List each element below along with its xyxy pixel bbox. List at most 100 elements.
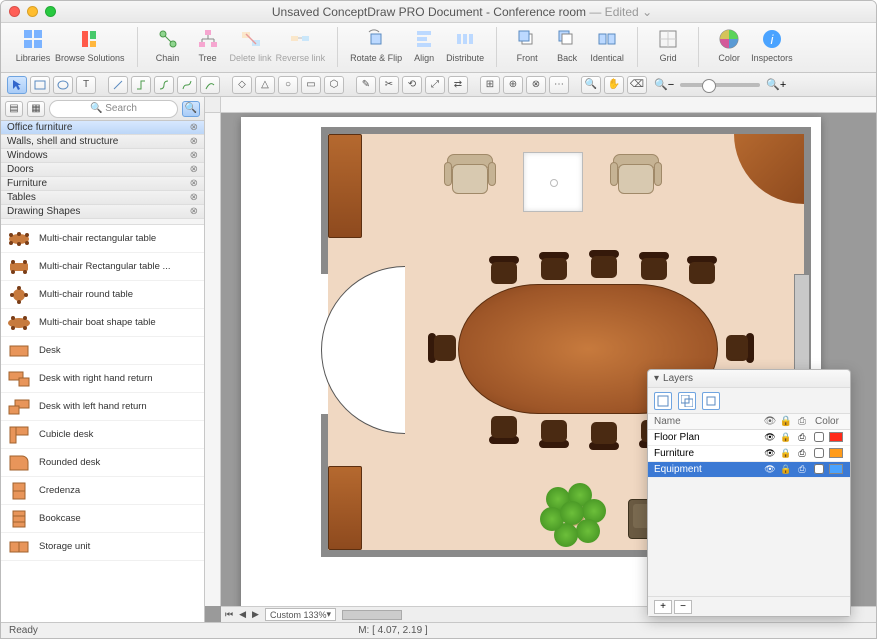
eraser-tool-button[interactable]: ⌫ [627, 76, 647, 94]
office-chair-top-1[interactable] [486, 256, 522, 288]
layer-row[interactable]: Floor Plan👁🔒⎙ [648, 430, 850, 446]
library-view-1-button[interactable]: ▤ [5, 101, 23, 117]
connector-4-button[interactable] [200, 76, 220, 94]
color-button[interactable]: Color [711, 27, 747, 63]
layer-visible-icon[interactable]: 👁 [762, 464, 778, 475]
door-swing-1[interactable] [321, 266, 405, 350]
shape-item[interactable]: Credenza [1, 477, 204, 505]
connector-3-button[interactable] [177, 76, 197, 94]
layer-print-icon[interactable]: ⎙ [794, 464, 810, 475]
shape-tool-4-button[interactable]: ▭ [301, 76, 321, 94]
category-item[interactable]: Furniture⊗ [1, 177, 204, 191]
libraries-button[interactable]: Libraries [15, 27, 51, 63]
shape-list[interactable]: Multi-chair rectangular tableMulti-chair… [1, 225, 204, 622]
layer-lock-icon[interactable]: 🔒 [778, 448, 794, 459]
layer-print-icon[interactable]: ⎙ [794, 432, 810, 443]
category-item[interactable]: Tables⊗ [1, 191, 204, 205]
line-tool-button[interactable] [108, 76, 128, 94]
office-chair-bottom-1[interactable] [486, 412, 522, 444]
layer-lock-icon[interactable]: 🔒 [778, 432, 794, 443]
corner-shelf[interactable] [734, 134, 804, 204]
zoom-tool-button[interactable]: 🔍 [581, 76, 601, 94]
library-search-button[interactable]: 🔍 [182, 101, 200, 117]
layers-panel[interactable]: ▾ Layers Name 👁 🔒 ⎙ Color Floor Plan👁🔒⎙F… [647, 369, 851, 617]
connector-2-button[interactable] [154, 76, 174, 94]
close-category-icon[interactable]: ⊗ [190, 164, 198, 175]
side-table[interactable] [523, 152, 583, 212]
door-swing-2[interactable] [321, 350, 405, 434]
shape-tool-2-button[interactable]: △ [255, 76, 275, 94]
layer-visible-icon[interactable]: 👁 [762, 448, 778, 459]
layer-row[interactable]: Furniture👁🔒⎙ [648, 446, 850, 462]
armchair-1[interactable] [444, 152, 496, 200]
shape-item[interactable]: Storage unit [1, 533, 204, 561]
identical-button[interactable]: Identical [589, 27, 625, 63]
close-category-icon[interactable]: ⊗ [190, 136, 198, 147]
close-category-icon[interactable]: ⊗ [190, 192, 198, 203]
zoom-out-icon[interactable]: 🔍− [654, 78, 674, 91]
close-category-icon[interactable]: ⊗ [190, 206, 198, 217]
category-item[interactable]: Drawing Shapes⊗ [1, 205, 204, 219]
minimize-window-icon[interactable] [27, 6, 38, 17]
zoom-in-icon[interactable]: 🔍+ [766, 78, 786, 91]
layer-print-icon[interactable]: ⎙ [794, 448, 810, 459]
category-item[interactable]: Doors⊗ [1, 163, 204, 177]
shape-tool-5-button[interactable]: ⬡ [324, 76, 344, 94]
grid-button[interactable]: Grid [650, 27, 686, 63]
layer-color-swatch[interactable] [829, 448, 843, 458]
close-category-icon[interactable]: ⊗ [190, 150, 198, 161]
disclosure-triangle-icon[interactable]: ▾ [654, 373, 659, 384]
hscroll-thumb[interactable] [342, 610, 402, 620]
office-chair-top-2[interactable] [536, 252, 572, 284]
remove-layer-button[interactable]: − [674, 600, 692, 614]
layer-lock-icon[interactable]: 🔒 [778, 464, 794, 475]
ellipse-tool-button[interactable] [53, 76, 73, 94]
cabinet-left[interactable] [328, 134, 362, 238]
inspectors-button[interactable]: iInspectors [751, 27, 793, 63]
shape-item[interactable]: Multi-chair boat shape table [1, 309, 204, 337]
misc-tool-2-button[interactable]: ⊕ [503, 76, 523, 94]
shape-item[interactable]: Desk with left hand return [1, 393, 204, 421]
shape-item[interactable]: Cubicle desk [1, 421, 204, 449]
add-layer-button[interactable]: + [654, 600, 672, 614]
text-tool-button[interactable]: T [76, 76, 96, 94]
browse-solutions-button[interactable]: Browse Solutions [55, 27, 125, 63]
layer-row[interactable]: Equipment👁🔒⎙ [648, 462, 850, 478]
office-chair-top-5[interactable] [684, 256, 720, 288]
layers-tool-1-button[interactable] [654, 392, 672, 410]
layer-color-swatch[interactable] [829, 432, 843, 442]
edit-tool-4-button[interactable]: ⤢ [425, 76, 445, 94]
edit-tool-1-button[interactable]: ✎ [356, 76, 376, 94]
shape-tool-1-button[interactable]: ◇ [232, 76, 252, 94]
layer-color-checkbox[interactable] [814, 448, 824, 458]
shape-item[interactable]: Multi-chair rectangular table [1, 225, 204, 253]
zoom-window-icon[interactable] [45, 6, 56, 17]
layers-tool-3-button[interactable] [702, 392, 720, 410]
shape-tool-3-button[interactable]: ○ [278, 76, 298, 94]
misc-tool-4-button[interactable]: ⋯ [549, 76, 569, 94]
layer-visible-icon[interactable]: 👁 [762, 432, 778, 443]
front-button[interactable]: Front [509, 27, 545, 63]
armchair-2[interactable] [610, 152, 662, 200]
back-button[interactable]: Back [549, 27, 585, 63]
library-search-input[interactable]: 🔍 Search [49, 100, 178, 118]
layer-color-checkbox[interactable] [814, 432, 824, 442]
category-item[interactable]: Office furniture⊗ [1, 121, 204, 135]
misc-tool-1-button[interactable]: ⊞ [480, 76, 500, 94]
layers-panel-title[interactable]: ▾ Layers [648, 370, 850, 388]
tree-button[interactable]: Tree [190, 27, 226, 63]
office-chair-bottom-3[interactable] [586, 418, 622, 450]
library-view-2-button[interactable]: ▦ [27, 101, 45, 117]
rotate-flip-button[interactable]: Rotate & Flip [350, 27, 402, 63]
office-chair-top-4[interactable] [636, 252, 672, 284]
shape-item[interactable]: Rounded desk [1, 449, 204, 477]
edit-tool-3-button[interactable]: ⟲ [402, 76, 422, 94]
edit-tool-2-button[interactable]: ✂ [379, 76, 399, 94]
layer-color-swatch[interactable] [829, 464, 843, 474]
page-nav-next-icon[interactable]: ▶ [252, 609, 259, 620]
chain-button[interactable]: Chain [150, 27, 186, 63]
shape-item[interactable]: Desk [1, 337, 204, 365]
shape-item[interactable]: Multi-chair Rectangular table ... [1, 253, 204, 281]
category-item[interactable]: Walls, shell and structure⊗ [1, 135, 204, 149]
align-button[interactable]: Align [406, 27, 442, 63]
